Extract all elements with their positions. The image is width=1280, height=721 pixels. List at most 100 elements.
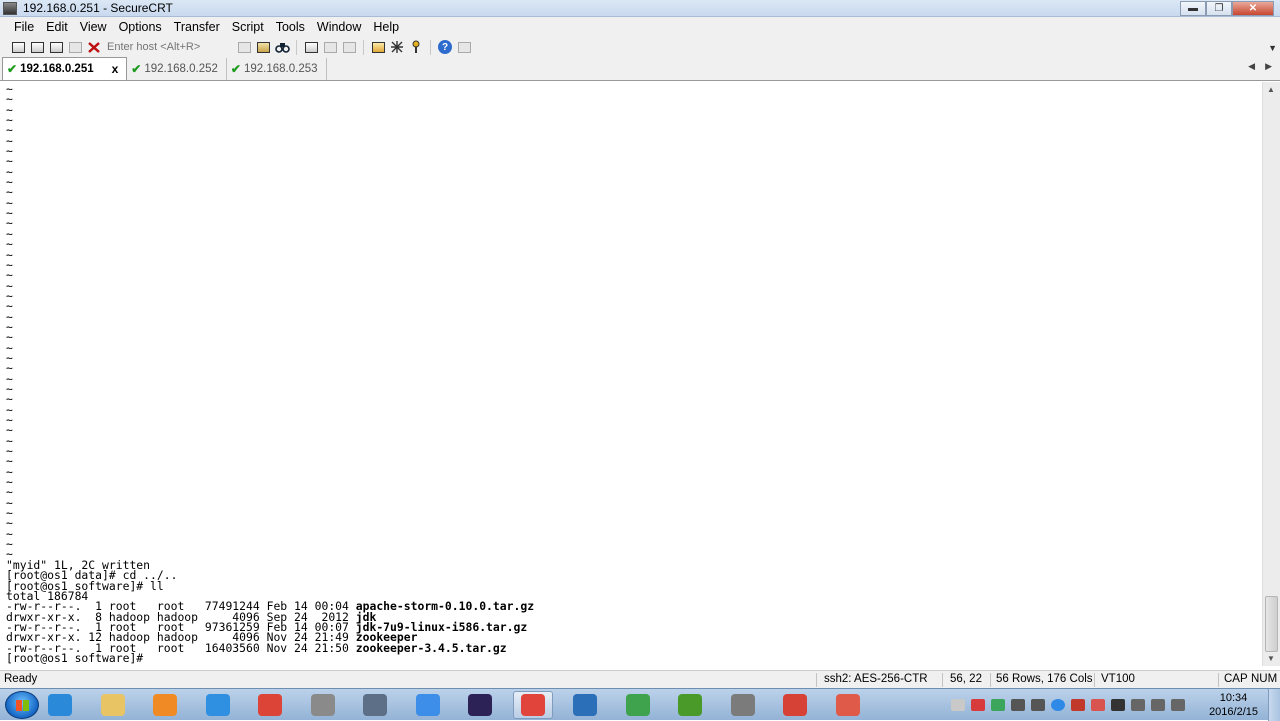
- eclipse-icon[interactable]: [460, 691, 500, 719]
- taskbar-clock[interactable]: 10:34 2016/2/15: [1209, 691, 1258, 719]
- menu-options[interactable]: Options: [113, 20, 168, 34]
- paste-icon[interactable]: [255, 40, 271, 55]
- sftp-icon[interactable]: [456, 40, 472, 55]
- quick-connect-icon[interactable]: [29, 40, 45, 55]
- tray-red-icon[interactable]: [1071, 699, 1085, 711]
- windows-taskbar: 10:34 2016/2/15: [0, 688, 1280, 721]
- minimize-button[interactable]: ▬: [1180, 1, 1206, 16]
- tab-session-253[interactable]: ✔ 192.168.0.253: [227, 58, 327, 80]
- baidu-cloud-icon[interactable]: [198, 691, 238, 719]
- securecrt-icon[interactable]: [355, 691, 395, 719]
- disconnect-icon[interactable]: [86, 40, 102, 55]
- terminal-output[interactable]: ~ ~ ~ ~ ~ ~ ~ ~ ~ ~ ~ ~ ~ ~ ~ ~ ~ ~ ~ ~ ~ ~ ~ ~ ~ ~ ~ ~ ~ ~ ~ ~ ~ ~ ~ ~ ~ ~ ~ ~…: [0, 82, 1262, 666]
- show-desktop-button[interactable]: [1268, 689, 1280, 721]
- vim-empty-line: ~: [6, 464, 13, 479]
- status-num: NUM: [1251, 673, 1278, 685]
- copy-icon[interactable]: [236, 40, 252, 55]
- print-icon[interactable]: [303, 40, 319, 55]
- window-controls: ▬ ❐ ✕: [1180, 1, 1274, 16]
- keyboard-icon[interactable]: [951, 699, 965, 711]
- connect-tab-icon[interactable]: [48, 40, 64, 55]
- xmind-icon[interactable]: [775, 691, 815, 719]
- vim-empty-line: ~: [6, 92, 13, 107]
- status-divider: [990, 673, 991, 687]
- print-setup-icon[interactable]: [341, 40, 357, 55]
- securecrt-app-icon[interactable]: [3, 1, 17, 15]
- pycharm-icon[interactable]: [618, 691, 658, 719]
- scrollbar-thumb[interactable]: [1265, 596, 1278, 652]
- session-options-icon[interactable]: [370, 40, 386, 55]
- tray-monitor-icon[interactable]: [1151, 699, 1165, 711]
- menu-script[interactable]: Script: [226, 20, 270, 34]
- vim-empty-line: ~: [6, 495, 13, 510]
- remote-tool-icon[interactable]: [723, 691, 763, 719]
- vim-empty-line: ~: [6, 288, 13, 303]
- eraser-icon-glyph: [835, 694, 860, 716]
- tab-session-251[interactable]: ✔ 192.168.0.251 x: [2, 57, 128, 80]
- vim-empty-line: ~: [6, 164, 13, 179]
- maximize-button[interactable]: ❐: [1206, 1, 1232, 16]
- tray-cloud-icon[interactable]: [1051, 699, 1065, 711]
- menu-window[interactable]: Window: [311, 20, 367, 34]
- menu-edit[interactable]: Edit: [40, 20, 74, 34]
- tab-session-252[interactable]: ✔ 192.168.0.252: [127, 58, 227, 80]
- vim-empty-line: ~: [6, 485, 13, 500]
- menu-file[interactable]: File: [8, 20, 40, 34]
- chrome-icon[interactable]: [250, 691, 290, 719]
- remote-tool-icon-glyph: [730, 694, 755, 716]
- title-bar: 192.168.0.251 - SecureCRT ▬ ❐ ✕: [0, 0, 1280, 17]
- vim-empty-line: ~: [6, 475, 13, 490]
- find-icon[interactable]: [274, 40, 290, 55]
- securefx-icon-glyph: [310, 694, 335, 716]
- tab-close-icon[interactable]: x: [112, 62, 119, 76]
- file-explorer-icon-glyph: [100, 694, 125, 716]
- clock-date: 2016/2/15: [1209, 706, 1258, 718]
- tray-dark-icon[interactable]: [1111, 699, 1125, 711]
- tray-green-icon[interactable]: [991, 699, 1005, 711]
- feather-icon[interactable]: [408, 691, 448, 719]
- antivirus-icon[interactable]: [971, 699, 985, 711]
- tray-red2-icon[interactable]: [1091, 699, 1105, 711]
- tray-app-icon[interactable]: [1031, 699, 1045, 711]
- toolbar-chevron-icon[interactable]: ▼: [1268, 43, 1277, 53]
- tab-scroll-left-icon[interactable]: ◀: [1248, 61, 1255, 72]
- terminal-scrollbar[interactable]: ▲ ▼: [1262, 82, 1280, 666]
- archive-icon[interactable]: [512, 691, 553, 719]
- keymap-icon[interactable]: [408, 40, 424, 55]
- eraser-icon[interactable]: [828, 691, 868, 719]
- internet-explorer-icon[interactable]: [40, 691, 80, 719]
- securefx-icon[interactable]: [303, 691, 343, 719]
- vim-empty-line: ~: [6, 381, 13, 396]
- menu-tools[interactable]: Tools: [270, 20, 311, 34]
- reconnect-icon[interactable]: [67, 40, 83, 55]
- global-options-icon[interactable]: [389, 40, 405, 55]
- host-input[interactable]: [105, 39, 233, 55]
- file-explorer-icon[interactable]: [93, 691, 133, 719]
- virtualbox-icon[interactable]: [565, 691, 605, 719]
- vim-empty-line: ~: [6, 361, 13, 376]
- tab-label: 192.168.0.253: [243, 63, 318, 75]
- close-button[interactable]: ✕: [1232, 1, 1274, 16]
- tray-grid-icon[interactable]: [1011, 699, 1025, 711]
- scroll-up-icon[interactable]: ▲: [1267, 85, 1275, 94]
- vim-empty-line: ~: [6, 247, 13, 262]
- vim-empty-line: ~: [6, 113, 13, 128]
- menu-help[interactable]: Help: [367, 20, 405, 34]
- print-selection-icon[interactable]: [322, 40, 338, 55]
- volume-icon[interactable]: [1171, 699, 1185, 711]
- vim-empty-line: ~: [6, 423, 13, 438]
- start-button[interactable]: [5, 691, 39, 719]
- network-icon[interactable]: [1131, 699, 1145, 711]
- tab-scroll-right-icon[interactable]: ▶: [1265, 61, 1272, 72]
- status-divider: [1218, 673, 1219, 687]
- help-icon[interactable]: ?: [437, 40, 453, 55]
- vim-empty-line: ~: [6, 133, 13, 148]
- menu-transfer[interactable]: Transfer: [168, 20, 226, 34]
- vim-empty-line: ~: [6, 371, 13, 386]
- media-player-icon[interactable]: [145, 691, 185, 719]
- menu-view[interactable]: View: [74, 20, 113, 34]
- connect-icon[interactable]: [10, 40, 26, 55]
- mindmanager-icon-glyph: [678, 694, 702, 716]
- mindmanager-icon[interactable]: [670, 691, 710, 719]
- scroll-down-icon[interactable]: ▼: [1267, 654, 1275, 663]
